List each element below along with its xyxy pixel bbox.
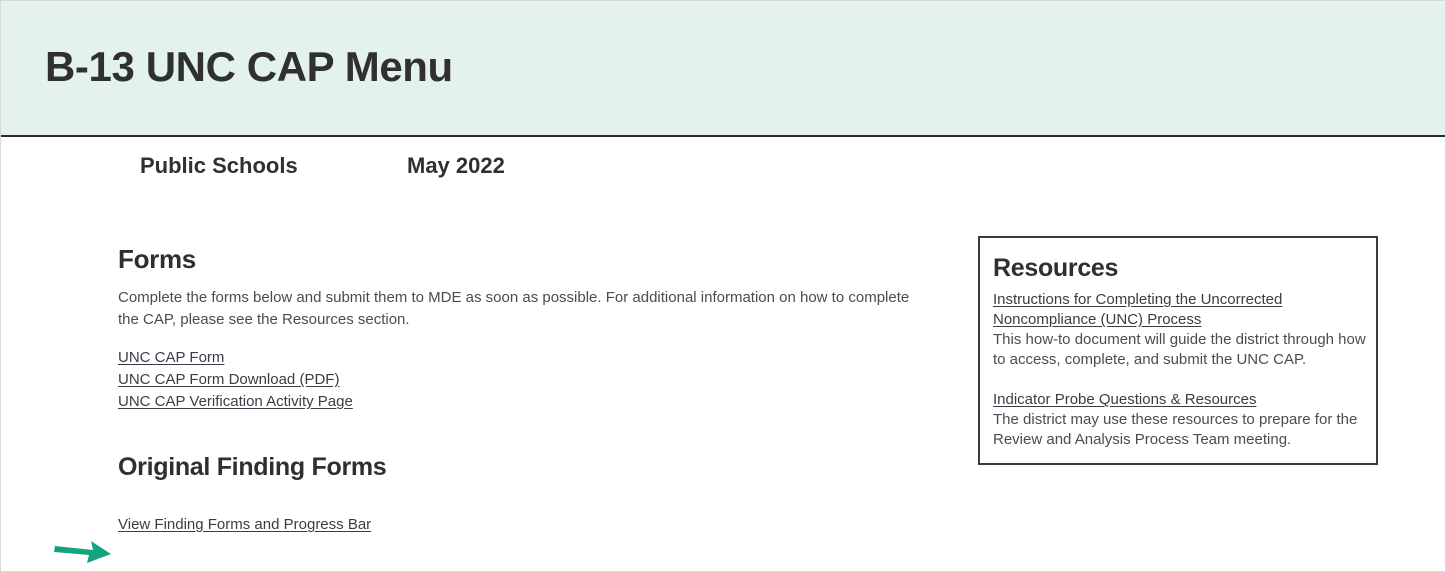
link-unc-cap-form[interactable]: UNC CAP Form	[118, 347, 224, 369]
original-findings-heading: Original Finding Forms	[118, 453, 387, 481]
forms-intro-text: Complete the forms below and submit them…	[118, 289, 910, 328]
forms-section-heading: Forms	[118, 244, 196, 274]
subheader: Public Schools May 2022	[1, 139, 1445, 201]
resource-description: This how-to document will guide the dist…	[993, 331, 1366, 368]
link-indicator-probe-questions-resources[interactable]: Indicator Probe Questions & Resources	[993, 390, 1373, 410]
link-unc-cap-form-download-pdf[interactable]: UNC CAP Form Download (PDF)	[118, 369, 339, 391]
resource-item: Instructions for Completing the Uncorrec…	[993, 290, 1373, 370]
arrow-right-icon	[54, 541, 111, 563]
link-instructions-uncorrected-noncompliance-process[interactable]: Instructions for Completing the Uncorrec…	[993, 290, 1373, 330]
page-title: B-13 UNC CAP Menu	[45, 43, 453, 90]
resources-panel-heading: Resources	[993, 254, 1119, 282]
forms-link-list: UNC CAP Form UNC CAP Form Download (PDF)…	[118, 347, 353, 413]
link-view-finding-forms-and-progress-bar[interactable]: View Finding Forms and Progress Bar	[118, 514, 371, 536]
district-name: Public Schools	[140, 153, 298, 178]
resource-item: Indicator Probe Questions & Resources Th…	[993, 390, 1373, 450]
main-content: Forms Complete the forms below and submi…	[1, 201, 1445, 571]
report-month: May 2022	[407, 153, 505, 178]
resources-panel: Resources Instructions for Completing th…	[978, 236, 1378, 465]
resource-description: The district may use these resources to …	[993, 411, 1358, 448]
resources-list: Instructions for Completing the Uncorrec…	[993, 290, 1373, 450]
page-root: B-13 UNC CAP Menu Public Schools May 202…	[0, 0, 1446, 572]
header-banner: B-13 UNC CAP Menu	[1, 1, 1445, 137]
original-findings-link-list: View Finding Forms and Progress Bar	[118, 514, 371, 536]
link-unc-cap-verification-activity-page[interactable]: UNC CAP Verification Activity Page	[118, 391, 353, 413]
